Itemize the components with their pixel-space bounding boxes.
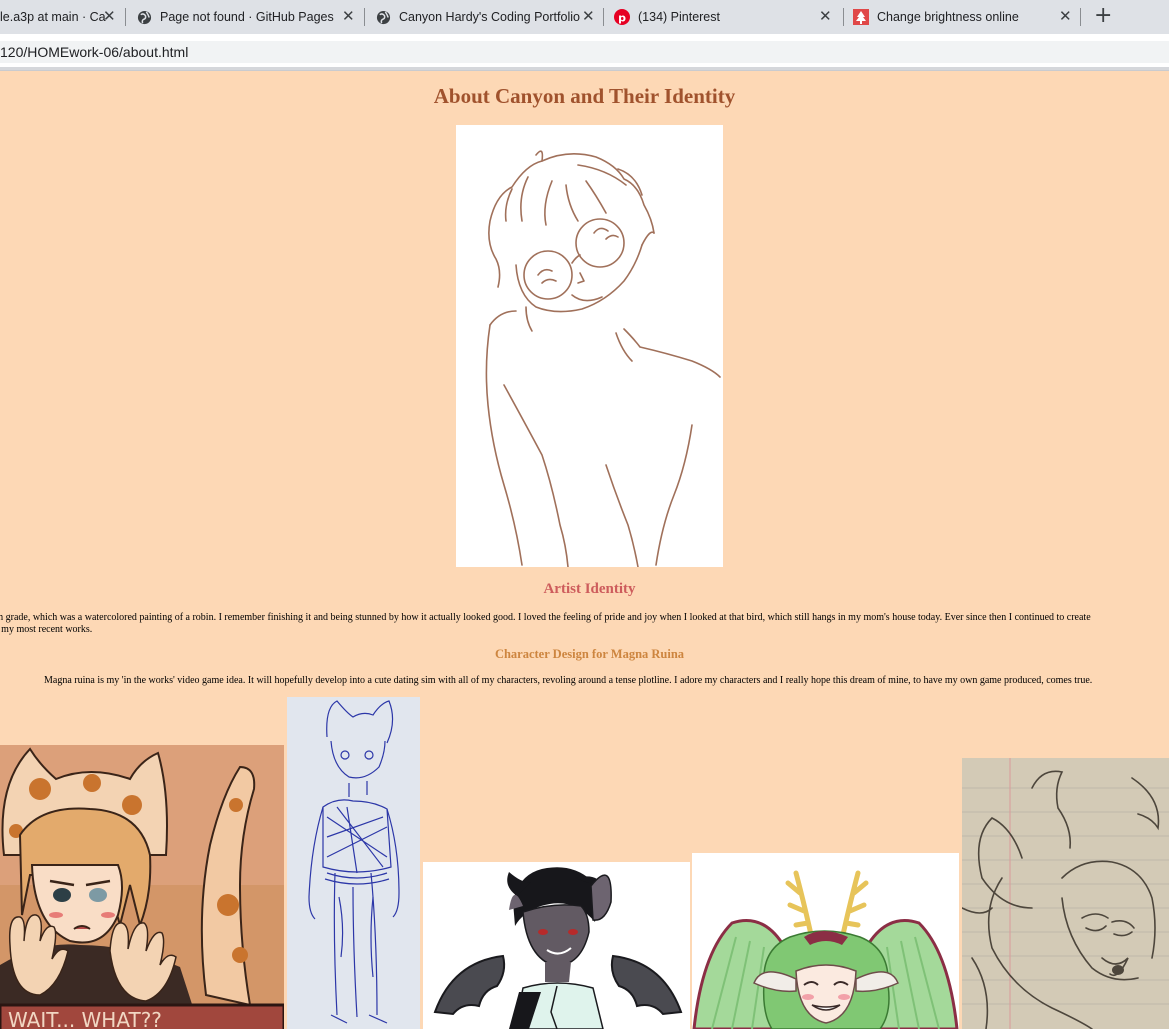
tab-label: le.a3p at main · Ca (0, 10, 106, 24)
artist-paragraph-line1: rth grade, which was a watercolored pain… (0, 612, 1091, 623)
globe-icon (136, 9, 152, 25)
tab-separator (1080, 8, 1081, 26)
page-title: About Canyon and Their Identity (433, 84, 736, 108)
tab-label: Change brightness online (877, 10, 1019, 24)
tab-separator (843, 8, 844, 26)
tab-label: Canyon Hardy's Coding Portfolio (399, 10, 580, 24)
close-icon[interactable]: ✕ (582, 9, 595, 24)
close-icon[interactable]: ✕ (103, 9, 116, 24)
magna-ruina-paragraph: Magna ruina is my 'in the works' video g… (44, 675, 1093, 686)
artwork-bat-character (423, 862, 690, 1029)
tab-separator (125, 8, 126, 26)
address-bar[interactable]: 120/HOMEwork-06/about.html (0, 41, 1169, 63)
tab-label: (134) Pinterest (638, 10, 720, 24)
artwork-cat-character: WAIT... WHAT?? (0, 745, 284, 1029)
globe-icon (375, 9, 391, 25)
magna-ruina-heading: Character Design for Magna Ruina (494, 647, 685, 661)
browser-toolbar: 120/HOMEwork-06/about.html (0, 34, 1169, 71)
artwork-sign-text: WAIT... WHAT?? (8, 1008, 162, 1029)
tab-page-not-found[interactable]: Page not found · GitHub Pages ✕ (136, 0, 358, 34)
tree-icon (853, 9, 869, 25)
tab-pinterest[interactable]: p (134) Pinterest ✕ (614, 0, 836, 34)
tab-separator (603, 8, 604, 26)
artwork-pencil-sketch (962, 758, 1169, 1029)
tab-separator (364, 8, 365, 26)
artwork-dragon-character (692, 853, 959, 1029)
new-tab-icon[interactable]: + (1094, 5, 1112, 27)
tab-portfolio[interactable]: Canyon Hardy's Coding Portfolio ✕ (375, 0, 597, 34)
artist-identity-paragraph: rth grade, which was a watercolored pain… (0, 612, 1169, 636)
toolbar-divider (0, 67, 1169, 70)
tab-label: Page not found · GitHub Pages (160, 10, 334, 24)
tab-strip: le.a3p at main · Ca ✕ Page not found · G… (0, 0, 1169, 34)
close-icon[interactable]: ✕ (342, 9, 355, 24)
tab-change-brightness[interactable]: Change brightness online ✕ (853, 0, 1075, 34)
close-icon[interactable]: ✕ (819, 9, 832, 24)
pinterest-icon: p (614, 9, 630, 25)
artwork-blue-ink-sketch (287, 697, 420, 1029)
address-text: 120/HOMEwork-06/about.html (0, 44, 189, 60)
close-icon[interactable]: ✕ (1059, 9, 1072, 24)
self-portrait-sketch (456, 125, 723, 568)
svg-text:p: p (618, 12, 626, 25)
tab-github-repo[interactable]: le.a3p at main · Ca ✕ (0, 0, 118, 34)
artist-identity-heading: Artist Identity (543, 581, 636, 597)
artist-paragraph-line2: st my most recent works. (0, 624, 93, 635)
